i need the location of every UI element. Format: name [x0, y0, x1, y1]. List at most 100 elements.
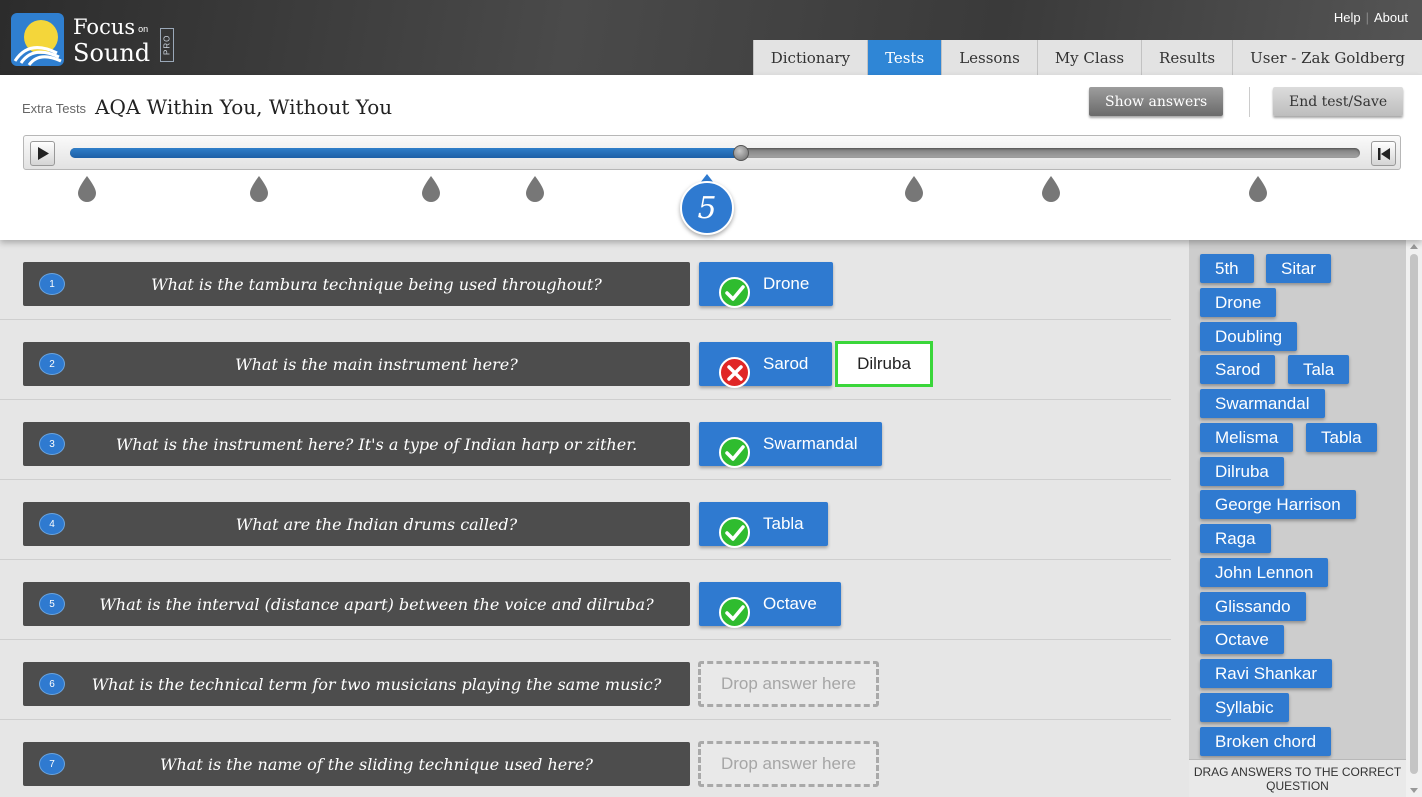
end-test-button[interactable]: End test/Save: [1273, 87, 1404, 116]
question-marker[interactable]: [524, 175, 546, 203]
bank-chip[interactable]: George Harrison: [1200, 490, 1356, 519]
question-number: 6: [39, 673, 65, 695]
bank-chip[interactable]: Drone: [1200, 288, 1277, 317]
answer-label: Swarmandal: [763, 434, 858, 453]
bank-scrollbar[interactable]: [1406, 240, 1422, 797]
breadcrumb[interactable]: Extra Tests: [22, 101, 86, 116]
current-question-badge[interactable]: 5: [680, 181, 734, 235]
divider: [1249, 87, 1250, 117]
question-row: 4 What are the Indian drums called? Tabl…: [0, 480, 1171, 560]
answer-chip[interactable]: Sarod: [699, 342, 833, 388]
skip-back-icon: [1377, 147, 1390, 160]
question-list: 1 What is the tambura technique being us…: [0, 240, 1171, 797]
bank-chip[interactable]: Dilruba: [1200, 457, 1284, 486]
bank-chip[interactable]: Tabla: [1306, 423, 1377, 452]
tab-my-class[interactable]: My Class: [1036, 40, 1142, 75]
answer-dropzone[interactable]: Drop answer here: [698, 741, 879, 787]
progress-thumb[interactable]: [732, 145, 749, 161]
question-marker[interactable]: [420, 175, 442, 203]
question-text: What is the tambura technique being used…: [151, 274, 602, 294]
question-number: 1: [39, 273, 65, 295]
question-text: What is the interval (distance apart) be…: [99, 594, 654, 614]
help-link[interactable]: Help: [1334, 10, 1361, 25]
scroll-thumb[interactable]: [1410, 254, 1418, 774]
drop-marker-icon: [250, 176, 268, 202]
question-text-box: 1 What is the tambura technique being us…: [23, 262, 690, 306]
bank-chip[interactable]: Sitar: [1266, 254, 1331, 283]
play-button[interactable]: [30, 141, 55, 166]
answer-dropzone[interactable]: Drop answer here: [698, 661, 879, 707]
checkmark-icon: [719, 597, 750, 628]
question-row: 2 What is the main instrument here? Saro…: [0, 320, 1171, 400]
question-number: 7: [39, 753, 65, 775]
bank-chip[interactable]: 5th: [1200, 254, 1254, 283]
top-links: Help | About: [1333, 10, 1408, 25]
logo-pro-badge: PRO: [160, 28, 174, 62]
question-marker[interactable]: [903, 175, 925, 203]
question-text: What are the Indian drums called?: [235, 514, 518, 534]
tab-tests[interactable]: Tests: [867, 40, 942, 75]
answer-bank: 5th Sitar Drone Doubling Sarod Tala Swar…: [1189, 240, 1406, 797]
tab-lessons[interactable]: Lessons: [941, 40, 1037, 75]
answer-label: Sarod: [763, 354, 809, 373]
bank-chip[interactable]: Broken chord: [1200, 727, 1332, 756]
question-row: 5 What is the interval (distance apart) …: [0, 560, 1171, 640]
bank-chip[interactable]: Tala: [1288, 355, 1350, 384]
question-text: What is the instrument here? It's a type…: [115, 434, 638, 454]
question-row: 3 What is the instrument here? It's a ty…: [0, 400, 1171, 480]
question-text: What is the technical term for two music…: [91, 674, 662, 694]
question-marker[interactable]: [76, 175, 98, 203]
scroll-down-icon[interactable]: [1410, 788, 1418, 793]
audio-player: [23, 135, 1401, 170]
question-number: 5: [39, 593, 65, 615]
checkmark-icon: [719, 437, 750, 468]
question-marker[interactable]: [1247, 175, 1269, 203]
app-header: Focus on Sound PRO Help | About Dictionary …: [0, 0, 1422, 75]
question-number: 3: [39, 433, 65, 455]
progress-track[interactable]: [70, 145, 1360, 161]
bank-instructions: DRAG ANSWERS TO THE CORRECT QUESTION: [1189, 759, 1406, 797]
question-text-box: 4 What are the Indian drums called?: [23, 502, 690, 546]
cross-icon: [719, 357, 750, 388]
main-nav: Dictionary Tests Lessons My Class Result…: [752, 40, 1422, 75]
scroll-up-icon[interactable]: [1410, 244, 1418, 249]
rewind-button[interactable]: [1371, 141, 1396, 166]
show-answers-button[interactable]: Show answers: [1089, 87, 1224, 116]
question-text-box: 5 What is the interval (distance apart) …: [23, 582, 690, 626]
bank-chip[interactable]: John Lennon: [1200, 558, 1329, 587]
tab-user[interactable]: User - Zak Goldberg: [1232, 40, 1422, 75]
answer-label: Tabla: [763, 514, 804, 533]
about-link[interactable]: About: [1374, 10, 1408, 25]
answer-chip[interactable]: Swarmandal: [699, 422, 882, 468]
bank-chip[interactable]: Doubling: [1200, 322, 1298, 351]
correct-answer-box: Dilruba: [835, 341, 933, 387]
answer-chip[interactable]: Octave: [699, 582, 841, 628]
question-row: 7 What is the name of the sliding techni…: [0, 720, 1171, 797]
question-marker[interactable]: [248, 175, 270, 203]
tab-results[interactable]: Results: [1141, 40, 1233, 75]
bank-chip[interactable]: Swarmandal: [1200, 389, 1325, 418]
question-number: 2: [39, 353, 65, 375]
test-titlebar: Extra Tests AQA Within You, Without You …: [0, 75, 1422, 240]
drop-marker-icon: [526, 176, 544, 202]
question-row: 1 What is the tambura technique being us…: [0, 240, 1171, 320]
checkmark-icon: [719, 517, 750, 548]
question-marker[interactable]: [1040, 175, 1062, 203]
page-title: AQA Within You, Without You: [95, 95, 393, 119]
question-text: What is the name of the sliding techniqu…: [160, 754, 593, 774]
answer-chip[interactable]: Tabla: [699, 502, 828, 548]
question-row: 6 What is the technical term for two mus…: [0, 640, 1171, 720]
bank-chip[interactable]: Glissando: [1200, 592, 1306, 621]
bank-chip[interactable]: Sarod: [1200, 355, 1276, 384]
bank-chip[interactable]: Ravi Shankar: [1200, 659, 1333, 688]
logo-text: Focus on Sound: [73, 15, 151, 67]
tab-dictionary[interactable]: Dictionary: [752, 40, 868, 75]
bank-chip[interactable]: Raga: [1200, 524, 1271, 553]
bank-chip[interactable]: Syllabic: [1200, 693, 1289, 722]
bank-chip[interactable]: Melisma: [1200, 423, 1294, 452]
drop-marker-icon: [1249, 176, 1267, 202]
checkmark-icon: [719, 277, 750, 308]
answer-chip[interactable]: Drone: [699, 262, 834, 308]
drop-marker-icon: [78, 176, 96, 202]
bank-chip[interactable]: Octave: [1200, 625, 1284, 654]
